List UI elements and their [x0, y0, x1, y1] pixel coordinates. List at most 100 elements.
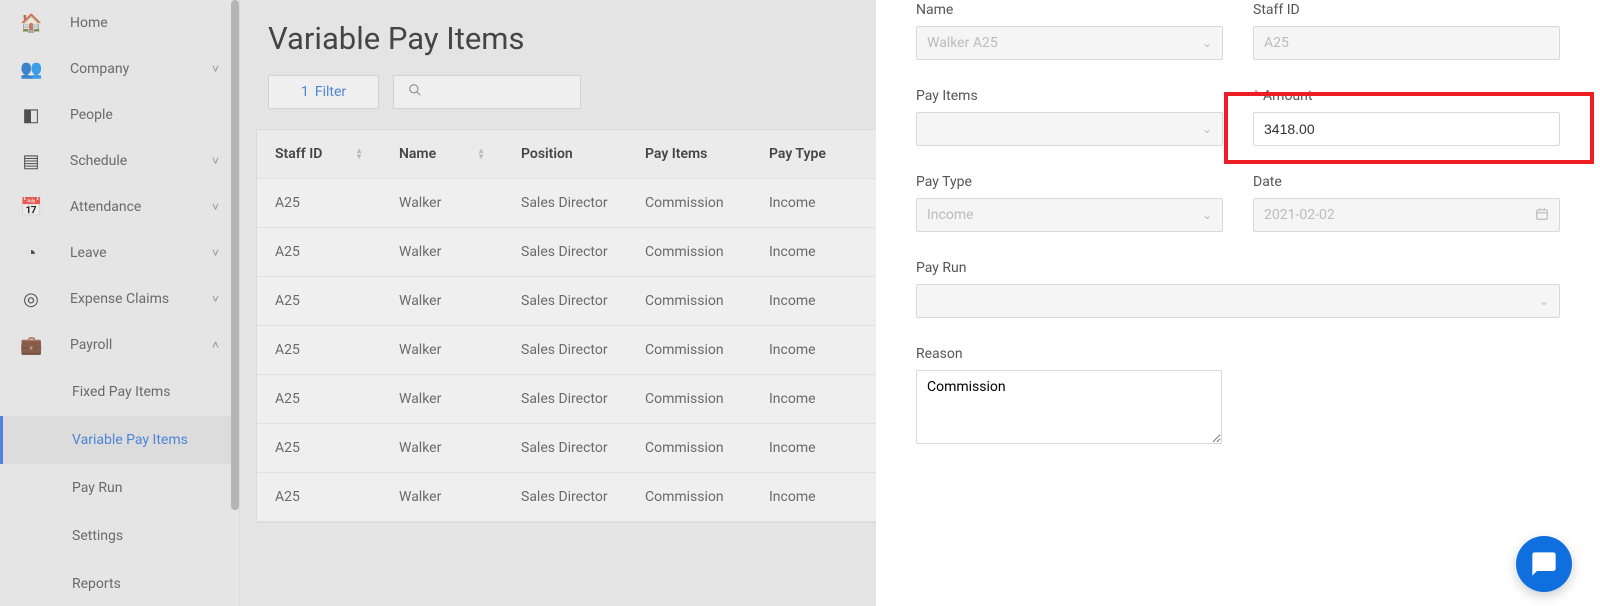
chevron-up-icon: ˄	[212, 338, 219, 352]
staffid-input: A25	[1253, 26, 1560, 60]
search-button[interactable]	[393, 75, 581, 109]
menu-icon: 🏠	[20, 13, 42, 34]
menu-icon: 📅	[20, 197, 42, 218]
sort-icon: ▲▼	[355, 148, 363, 160]
cell-paytype: Income	[751, 424, 871, 472]
menu-icon: ◎	[20, 289, 42, 310]
cell-payitems: Commission	[627, 424, 751, 472]
filter-button[interactable]: 1 Filter	[268, 75, 379, 109]
cell-staffid: A25	[257, 424, 381, 472]
edit-panel: Name Walker A25 ⌄ Staff ID A25 Pay Items…	[876, 0, 1600, 606]
search-icon	[408, 83, 422, 101]
cell-name: Walker	[381, 326, 503, 374]
payrun-select[interactable]: ⌄	[916, 284, 1560, 318]
sidebar: 🏠 Home 👥 Company ˅◧ People ▤ Schedule ˅📅…	[0, 0, 240, 606]
sidebar-subitem-reports[interactable]: Reports	[0, 560, 239, 606]
reason-label: Reason	[916, 346, 1560, 362]
paytype-label: Pay Type	[916, 174, 1223, 190]
cell-name: Walker	[381, 179, 503, 227]
menu-label: People	[70, 107, 219, 123]
cell-paytype: Income	[751, 228, 871, 276]
cell-staffid: A25	[257, 375, 381, 423]
sidebar-item-company[interactable]: 👥 Company ˅	[0, 46, 239, 92]
chat-icon	[1530, 550, 1558, 578]
cell-staffid: A25	[257, 228, 381, 276]
sidebar-item-home[interactable]: 🏠 Home	[0, 0, 239, 46]
chevron-down-icon: ⌄	[1539, 294, 1549, 308]
cell-name: Walker	[381, 375, 503, 423]
col-position[interactable]: Position	[503, 130, 627, 178]
cell-position: Sales Director	[503, 228, 627, 276]
chevron-down-icon: ˅	[212, 154, 219, 168]
menu-icon: ◧	[20, 105, 42, 126]
cell-name: Walker	[381, 424, 503, 472]
menu-label: Schedule	[70, 153, 212, 169]
sidebar-item-payroll[interactable]: 💼 Payroll ˄	[0, 322, 239, 368]
name-label: Name	[916, 2, 1223, 18]
sidebar-item-attendance[interactable]: 📅 Attendance ˅	[0, 184, 239, 230]
name-select[interactable]: Walker A25 ⌄	[916, 26, 1223, 60]
cell-staffid: A25	[257, 277, 381, 325]
sidebar-subitem-fixed-pay-items[interactable]: Fixed Pay Items	[0, 368, 239, 416]
date-label: Date	[1253, 174, 1560, 190]
sidebar-subitem-settings[interactable]: Settings	[0, 512, 239, 560]
cell-paytype: Income	[751, 375, 871, 423]
menu-label: Payroll	[70, 337, 212, 353]
sidebar-item-people[interactable]: ◧ People	[0, 92, 239, 138]
reason-textarea[interactable]	[916, 370, 1222, 444]
cell-payitems: Commission	[627, 277, 751, 325]
menu-icon: ◔	[20, 243, 42, 264]
sidebar-subitem-variable-pay-items[interactable]: Variable Pay Items	[0, 416, 239, 464]
cell-position: Sales Director	[503, 375, 627, 423]
col-staffid[interactable]: Staff ID▲▼	[257, 130, 381, 178]
payrun-label: Pay Run	[916, 260, 1560, 276]
menu-label: Home	[70, 15, 219, 31]
chevron-down-icon: ˅	[212, 62, 219, 76]
chat-fab[interactable]	[1516, 536, 1572, 592]
paytype-select[interactable]: Income ⌄	[916, 198, 1223, 232]
cell-paytype: Income	[751, 277, 871, 325]
chevron-down-icon: ⌄	[1202, 208, 1212, 222]
cell-staffid: A25	[257, 179, 381, 227]
col-payitems[interactable]: Pay Items	[627, 130, 751, 178]
cell-position: Sales Director	[503, 326, 627, 374]
cell-position: Sales Director	[503, 277, 627, 325]
chevron-down-icon: ˅	[212, 246, 219, 260]
chevron-down-icon: ⌄	[1202, 122, 1212, 136]
col-name[interactable]: Name▲▼	[381, 130, 503, 178]
date-input[interactable]: 2021-02-02	[1253, 198, 1560, 232]
menu-icon: 👥	[20, 59, 42, 80]
cell-name: Walker	[381, 228, 503, 276]
cell-staffid: A25	[257, 473, 381, 521]
sidebar-item-leave[interactable]: ◔ Leave ˅	[0, 230, 239, 276]
payitems-select[interactable]: ⌄	[916, 112, 1223, 146]
menu-label: Attendance	[70, 199, 212, 215]
calendar-icon	[1535, 207, 1549, 224]
sidebar-item-schedule[interactable]: ▤ Schedule ˅	[0, 138, 239, 184]
cell-payitems: Commission	[627, 375, 751, 423]
cell-name: Walker	[381, 473, 503, 521]
cell-payitems: Commission	[627, 473, 751, 521]
col-paytype[interactable]: Pay Type	[751, 130, 871, 178]
menu-icon: 💼	[20, 335, 42, 356]
chevron-down-icon: ˅	[212, 292, 219, 306]
cell-payitems: Commission	[627, 326, 751, 374]
cell-paytype: Income	[751, 473, 871, 521]
cell-staffid: A25	[257, 326, 381, 374]
menu-label: Company	[70, 61, 212, 77]
cell-position: Sales Director	[503, 424, 627, 472]
sidebar-scrollbar[interactable]	[231, 0, 239, 510]
cell-payitems: Commission	[627, 179, 751, 227]
sidebar-item-expense-claims[interactable]: ◎ Expense Claims ˅	[0, 276, 239, 322]
chevron-down-icon: ˅	[212, 200, 219, 214]
cell-payitems: Commission	[627, 228, 751, 276]
menu-icon: ▤	[20, 151, 42, 172]
amount-label: *Amount	[1253, 88, 1560, 104]
sidebar-subitem-pay-run[interactable]: Pay Run	[0, 464, 239, 512]
amount-input[interactable]	[1253, 112, 1560, 146]
menu-label: Expense Claims	[70, 291, 212, 307]
cell-paytype: Income	[751, 326, 871, 374]
menu-label: Leave	[70, 245, 212, 261]
payitems-label: Pay Items	[916, 88, 1223, 104]
cell-position: Sales Director	[503, 473, 627, 521]
